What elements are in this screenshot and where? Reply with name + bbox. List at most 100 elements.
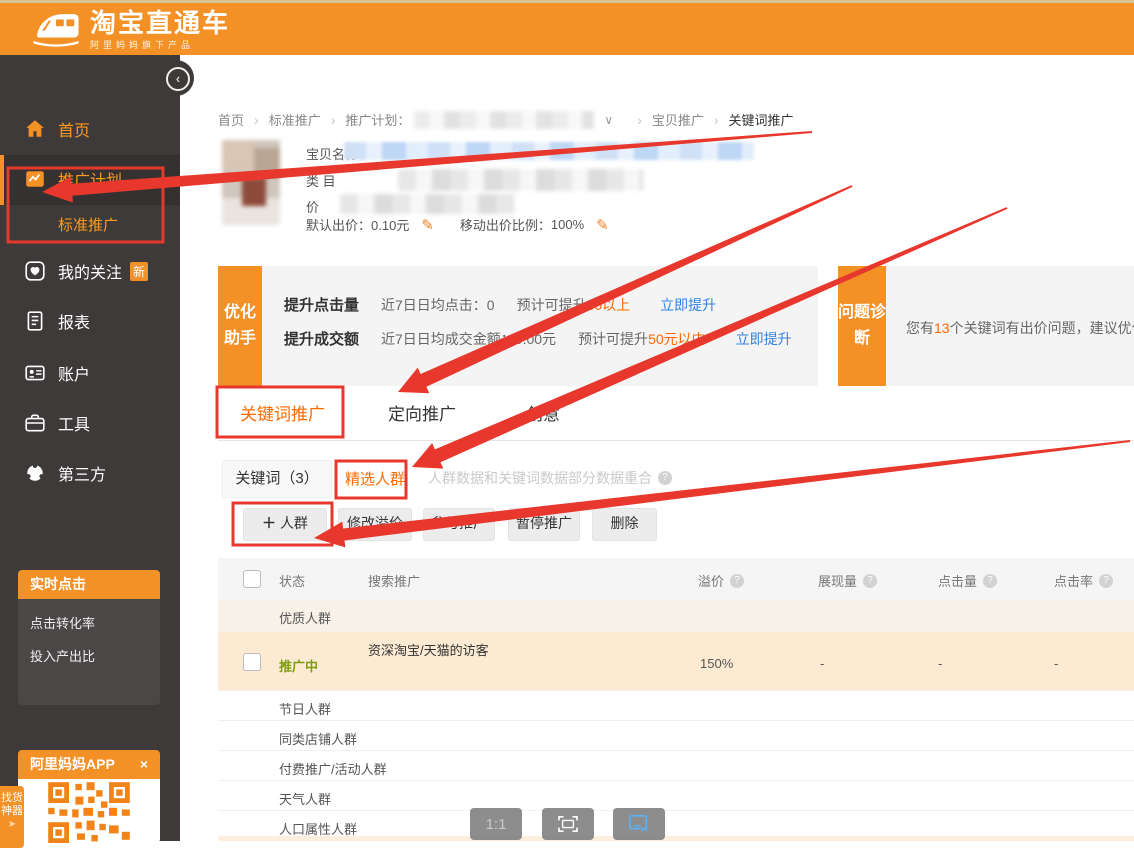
crumb-home[interactable]: 首页 (218, 110, 244, 129)
sidebar-item-standard-promo[interactable]: 标准推广 (58, 214, 118, 235)
help-icon[interactable]: ? (863, 574, 877, 588)
toolbox-icon (24, 412, 46, 434)
col-clicks: 点击量? (938, 571, 997, 590)
app-promo-title: 阿里妈妈APP (30, 750, 115, 779)
qr-code (34, 779, 144, 843)
group-row-paid-activity[interactable]: 付费推广/活动人群 (218, 750, 1134, 781)
tabs-divider (218, 440, 1134, 441)
fit-screen-button[interactable] (542, 808, 594, 840)
sidebar-item-third-party[interactable]: 第三方 (0, 452, 180, 494)
group-row-demographics[interactable]: 人口属性人群 (218, 810, 1134, 839)
tab-keyword-promo[interactable]: 关键词推广 (240, 400, 325, 425)
boost-now-link[interactable]: 立即提升 (736, 329, 792, 349)
heart-icon (24, 260, 46, 282)
impressions-value: - (820, 656, 824, 671)
product-category-label: 类 目 (306, 171, 336, 190)
join-promo-button[interactable]: 参与推广 (423, 508, 495, 541)
tag-arrow-icon: ➤ (8, 819, 16, 830)
crumb-campaign-label: 推广计划： (345, 110, 410, 129)
help-icon[interactable]: ? (730, 574, 744, 588)
optimizer-row-gmv: 提升成交额 近7日日均成交金额：0.00元 预计可提升 50元以内 立即提升 (284, 328, 792, 349)
home-icon (24, 118, 46, 140)
add-audience-button[interactable]: ＋ 人群 (243, 508, 327, 541)
plus-icon: ＋ (262, 515, 276, 531)
id-card-icon (24, 362, 46, 384)
diagnosis-tab: 问题诊断 (838, 266, 886, 386)
table-row-active-audience[interactable]: 推广中 资深淘宝/天猫的访客 150% - - - (218, 632, 1134, 690)
mobile-ratio-value: 100% (551, 217, 584, 232)
col-search-promo: 搜索推广 (368, 571, 420, 590)
audience-name: 资深淘宝/天猫的访客 (368, 640, 489, 659)
pause-promo-button[interactable]: 暂停推广 (508, 508, 580, 541)
sidebar-item-home[interactable]: 首页 (0, 108, 180, 150)
sidebar-item-tools[interactable]: 工具 (0, 402, 180, 444)
delete-button[interactable]: 删除 (592, 508, 657, 541)
optimizer-panel: 提升点击量 近7日日均点击：0 预计可提升 50以上 立即提升 提升成交额 近7… (262, 266, 818, 386)
product-thumbnail-redacted (222, 140, 280, 225)
screenshot-button[interactable]: ✂ (613, 808, 665, 840)
boost-now-link[interactable]: 立即提升 (660, 295, 716, 315)
link-roi[interactable]: 投入产出比 (30, 646, 148, 665)
realtime-clicks-title: 实时点击 (30, 570, 86, 599)
crumb-separator: › (254, 112, 259, 128)
default-bid-label: 默认出价： (306, 215, 371, 234)
col-impressions: 展现量? (818, 571, 877, 590)
subtab-audience[interactable]: 精选人群 (345, 468, 405, 489)
edit-ratio-icon[interactable]: ✎ (596, 216, 609, 234)
goods-finder-tag[interactable]: 找货 神器 ➤ (0, 786, 24, 848)
tab-targeted-promo[interactable]: 定向推广 (388, 400, 456, 425)
fullscreen-icon (557, 815, 579, 833)
sidebar-item-favorites[interactable]: 我的关注 新 (0, 250, 180, 292)
col-status: 状态 (279, 571, 305, 590)
report-icon (24, 310, 46, 332)
optimizer-tab: 优化助手 (218, 266, 262, 386)
next-row-edge (218, 836, 1134, 841)
group-row-similar-shops[interactable]: 同类店铺人群 (218, 720, 1134, 751)
diagnosis-panel: 您有13个关键词有出价问题，建议优化。 立即优化 (886, 266, 1134, 386)
group-row-weather[interactable]: 天气人群 (218, 780, 1134, 811)
edit-bid-icon[interactable]: ✎ (421, 216, 434, 234)
optimizer-row-clicks: 提升点击量 近7日日均点击：0 预计可提升 50以上 立即提升 (284, 294, 716, 315)
sidebar-collapse-button[interactable]: ‹ (166, 67, 190, 91)
train-icon (30, 8, 82, 53)
sidebar-item-reports[interactable]: 报表 (0, 300, 180, 342)
col-premium: 溢价? (698, 571, 744, 590)
campaign-name-redacted[interactable] (414, 111, 594, 129)
crumb-standard[interactable]: 标准推广 (269, 110, 321, 129)
svg-text:✂: ✂ (641, 825, 649, 834)
crumb-item-promo[interactable]: 宝贝推广 (652, 110, 704, 129)
group-row-holiday[interactable]: 节日人群 (218, 690, 1134, 721)
group-row-premium-audience[interactable]: 优质人群 (218, 600, 1134, 632)
help-icon[interactable]: ? (1099, 574, 1113, 588)
row-checkbox[interactable] (243, 653, 261, 671)
mobile-ratio-label: 移动出价比例： (460, 215, 551, 234)
close-icon[interactable]: × (140, 750, 148, 779)
tab-creative[interactable]: 创意 (526, 400, 560, 425)
help-icon[interactable]: ? (658, 471, 672, 485)
help-icon[interactable]: ? (983, 574, 997, 588)
chevron-down-icon[interactable]: ∨ (604, 113, 613, 127)
logo-subtitle: 阿里妈妈旗下产品 (90, 38, 230, 51)
product-price-redacted (340, 194, 515, 214)
subtab-keywords[interactable]: 关键词（3） (222, 460, 332, 498)
product-price-label: 价 (306, 197, 319, 216)
crumb-keyword-promo: 关键词推广 (729, 110, 794, 129)
audience-note: 人群数据和关键词数据部分数据重合 ? (428, 468, 672, 488)
realtime-clicks-panel: 实时点击 点击转化率 投入产出比 (18, 570, 160, 705)
campaign-icon (24, 168, 46, 190)
third-party-icon (24, 462, 46, 484)
sidebar-item-campaigns[interactable]: 推广计划 (0, 158, 180, 200)
app-logo[interactable]: 淘宝直通车 阿里妈妈旗下产品 (30, 8, 230, 53)
app-promo-panel: 阿里妈妈APP × (18, 750, 160, 843)
table-header: 状态 搜索推广 溢价? 展现量? 点击量? 点击率? (218, 558, 1134, 600)
product-name-redacted (344, 142, 754, 160)
sidebar-item-account[interactable]: 账户 (0, 352, 180, 394)
link-click-conversion[interactable]: 点击转化率 (30, 613, 148, 632)
default-bid-value: 0.10元 (371, 215, 409, 234)
zoom-1-1-button[interactable]: 1:1 (470, 808, 522, 840)
issue-count: 13 (934, 320, 950, 336)
modify-premium-button[interactable]: 修改溢价 (338, 508, 412, 541)
clicks-value: - (938, 656, 942, 671)
col-ctr: 点击率? (1054, 571, 1113, 590)
select-all-checkbox[interactable] (243, 570, 261, 588)
